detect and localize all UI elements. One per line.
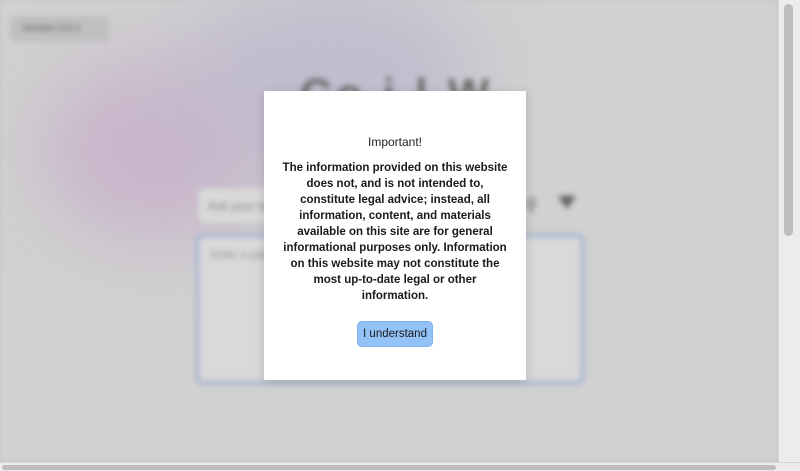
horizontal-scrollbar-thumb[interactable] xyxy=(2,465,776,470)
disclaimer-dialog: Important! The information provided on t… xyxy=(264,91,526,380)
horizontal-scrollbar[interactable] xyxy=(0,462,800,471)
dialog-message: The information provided on this website… xyxy=(282,162,508,302)
dialog-title: Important! xyxy=(367,135,423,149)
vertical-scrollbar-thumb[interactable] xyxy=(784,4,793,236)
i-understand-button[interactable]: I understand xyxy=(357,321,433,347)
vertical-scrollbar[interactable] xyxy=(778,0,800,462)
